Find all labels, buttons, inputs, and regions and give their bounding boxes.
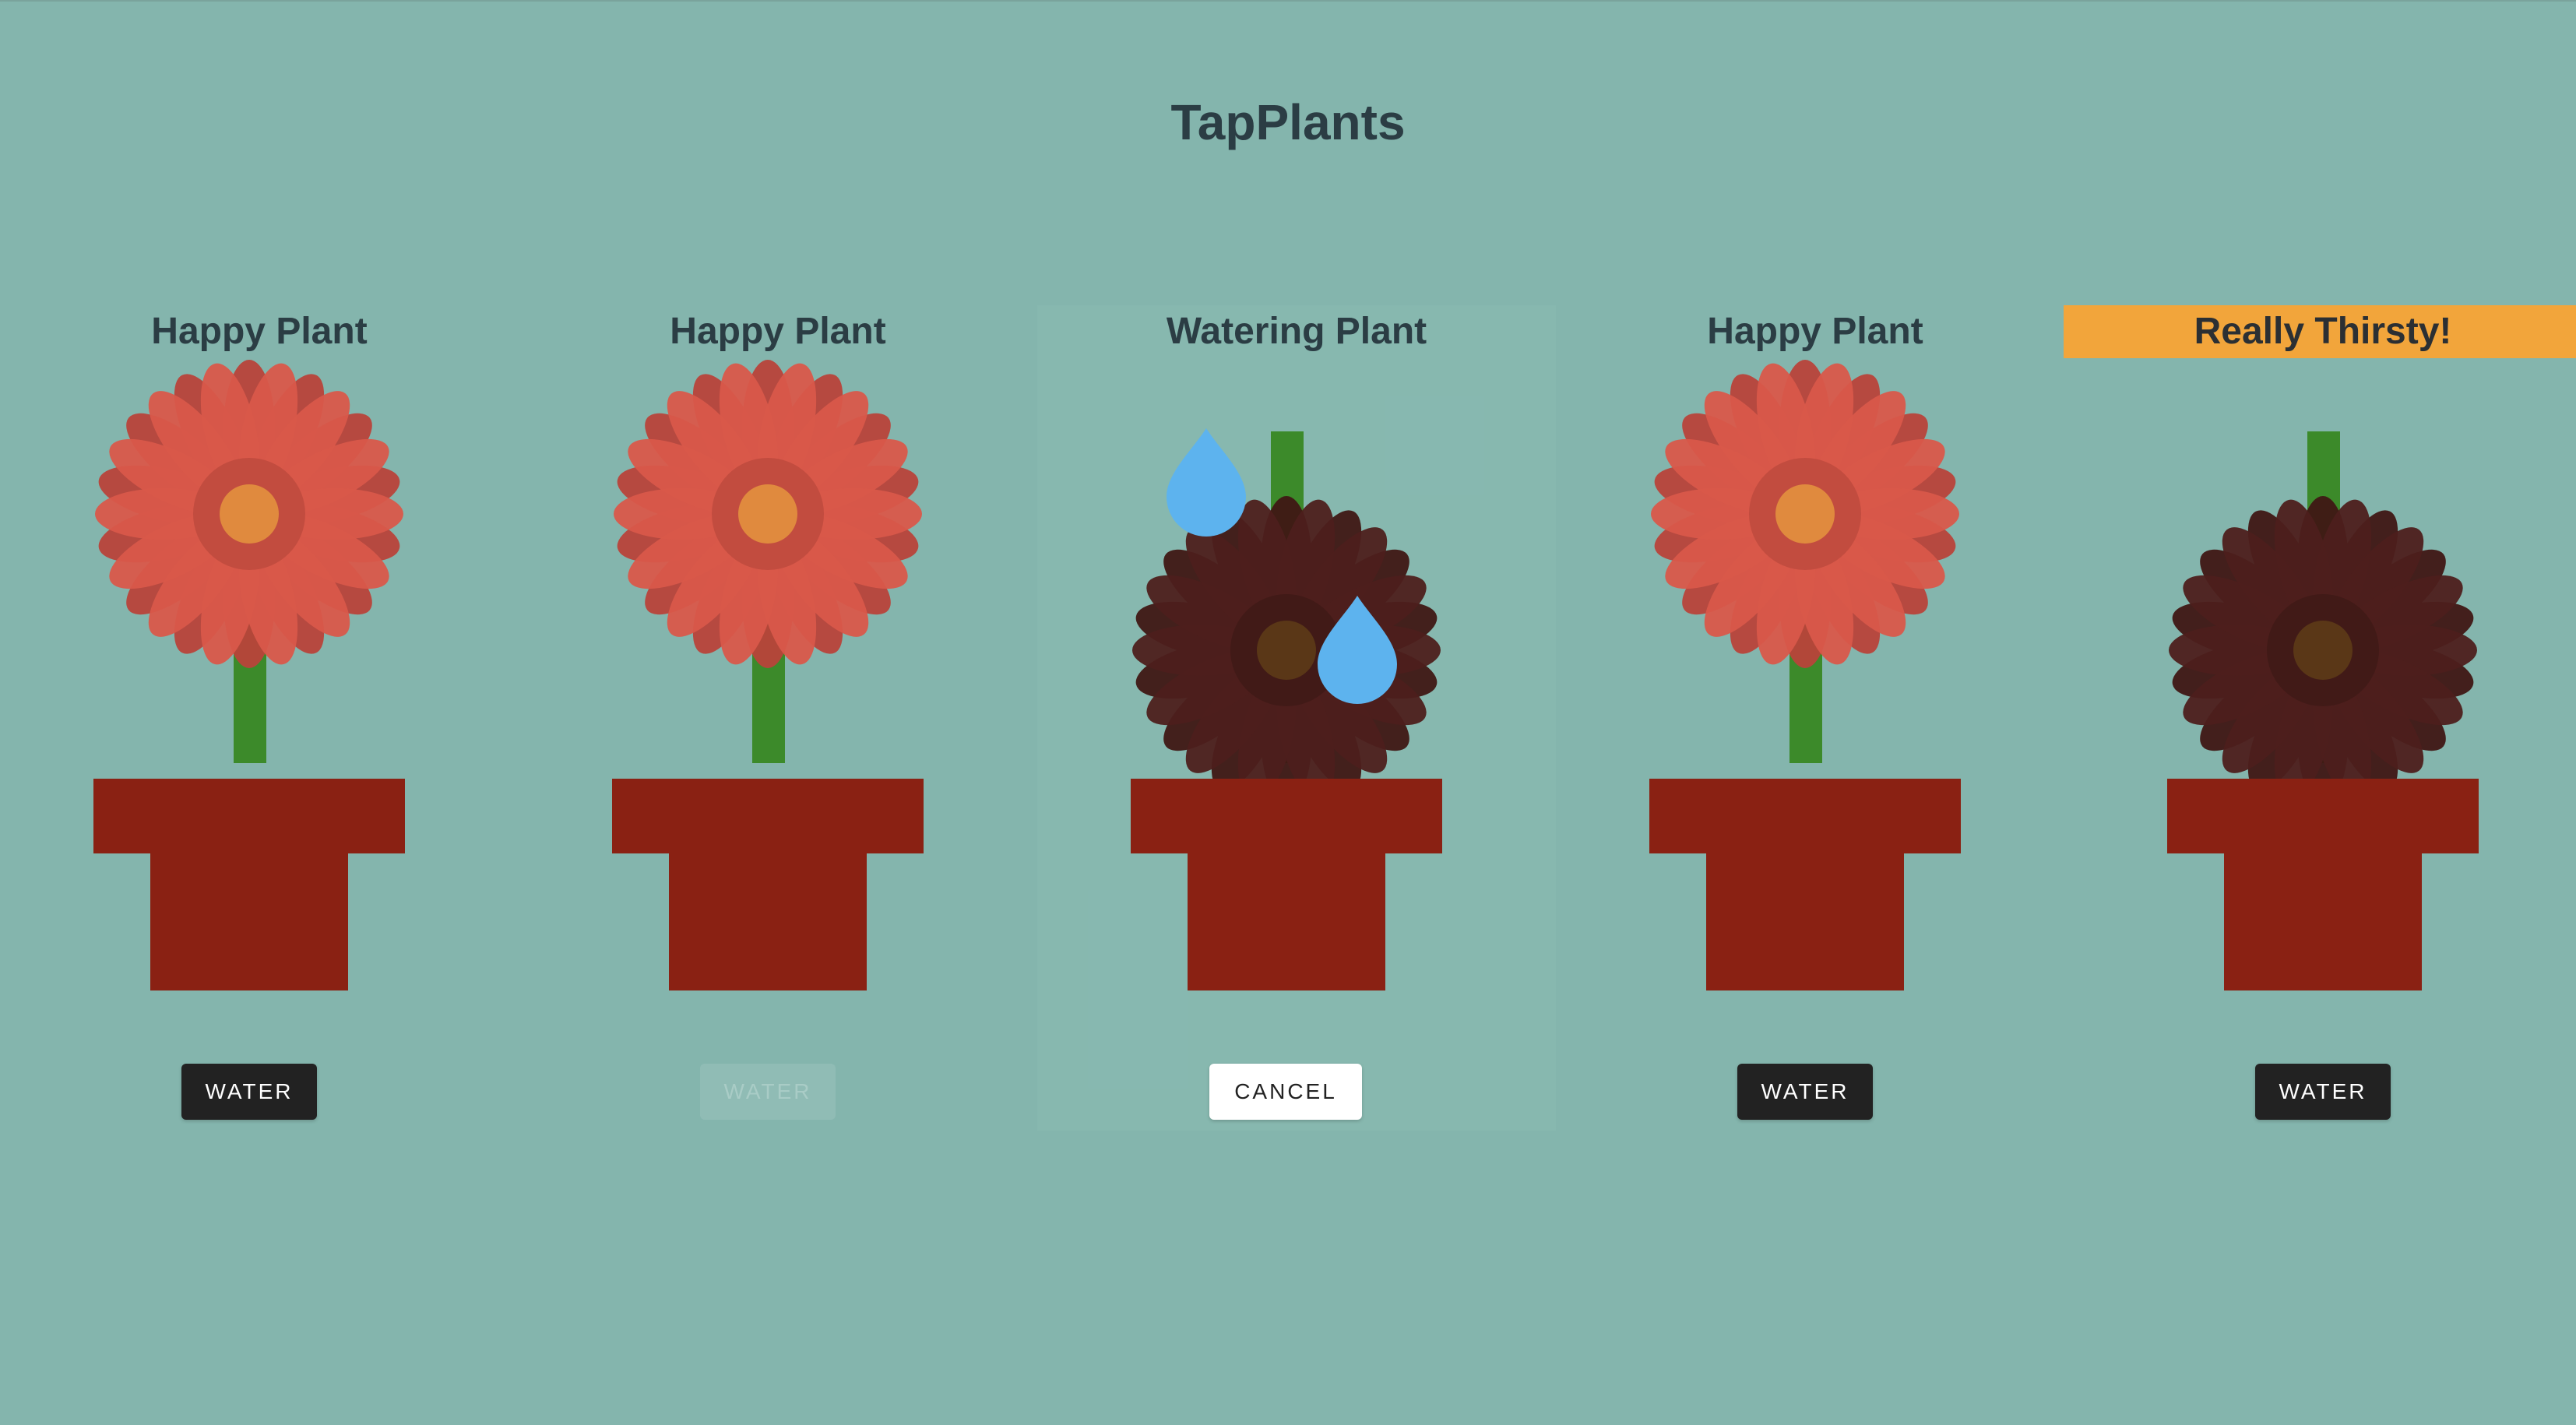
flower-center [220,484,279,544]
plant-status: Watering Plant [1166,311,1427,352]
thirsty-plant-illustration[interactable] [2064,358,2576,1137]
app-title: TapPlants [1170,94,1406,150]
flower-center [738,484,797,544]
flower-center [1775,484,1835,544]
happy-plant-illustration[interactable] [1556,358,2075,1137]
plant-status: Happy Plant [151,311,368,352]
pot-rim [2167,779,2479,853]
flower-center [1257,621,1316,680]
pot-base [1706,853,1904,990]
plant-card-5: Really Thirsty! WATER [2064,305,2576,1131]
water-button[interactable]: WATER [2255,1064,2391,1120]
pot-rim [93,779,405,853]
pot-base [669,853,867,990]
water-button[interactable]: WATER [181,1064,317,1120]
plant-card-3: Watering Plant CANCEL [1037,305,1556,1131]
pot-base [150,853,348,990]
water-button[interactable]: WATER [1737,1064,1873,1120]
cancel-button[interactable]: CANCEL [1209,1064,1362,1120]
pot-base [2224,853,2422,990]
wilted-flower-head-icon [1132,496,1441,804]
flower-head-icon [614,360,922,668]
flower-head-icon [95,360,403,668]
happy-plant-illustration[interactable] [519,358,1037,1137]
wilted-flower-head-icon [2169,496,2477,804]
happy-plant-illustration[interactable] [0,358,519,1137]
plant-status: Happy Plant [670,311,886,352]
flower-head-icon [1651,360,1959,668]
water-drop-icon [1167,428,1246,537]
plant-card-1: Happy Plant WATER [0,305,519,1131]
top-border [0,0,2576,2]
plant-status: Happy Plant [1707,311,1923,352]
plant-card-4: Happy Plant WATER [1556,305,2075,1131]
pot-rim [1131,779,1442,853]
flower-center [2293,621,2353,680]
water-button-disabled[interactable]: WATER [700,1064,836,1120]
pot-base [1188,853,1385,990]
pot-rim [612,779,924,853]
watering-plant-illustration[interactable] [1037,358,1556,1137]
thirsty-alert-banner: Really Thirsty! [2064,305,2576,358]
pot-rim [1649,779,1961,853]
plant-card-2: Happy Plant WATER [519,305,1037,1131]
